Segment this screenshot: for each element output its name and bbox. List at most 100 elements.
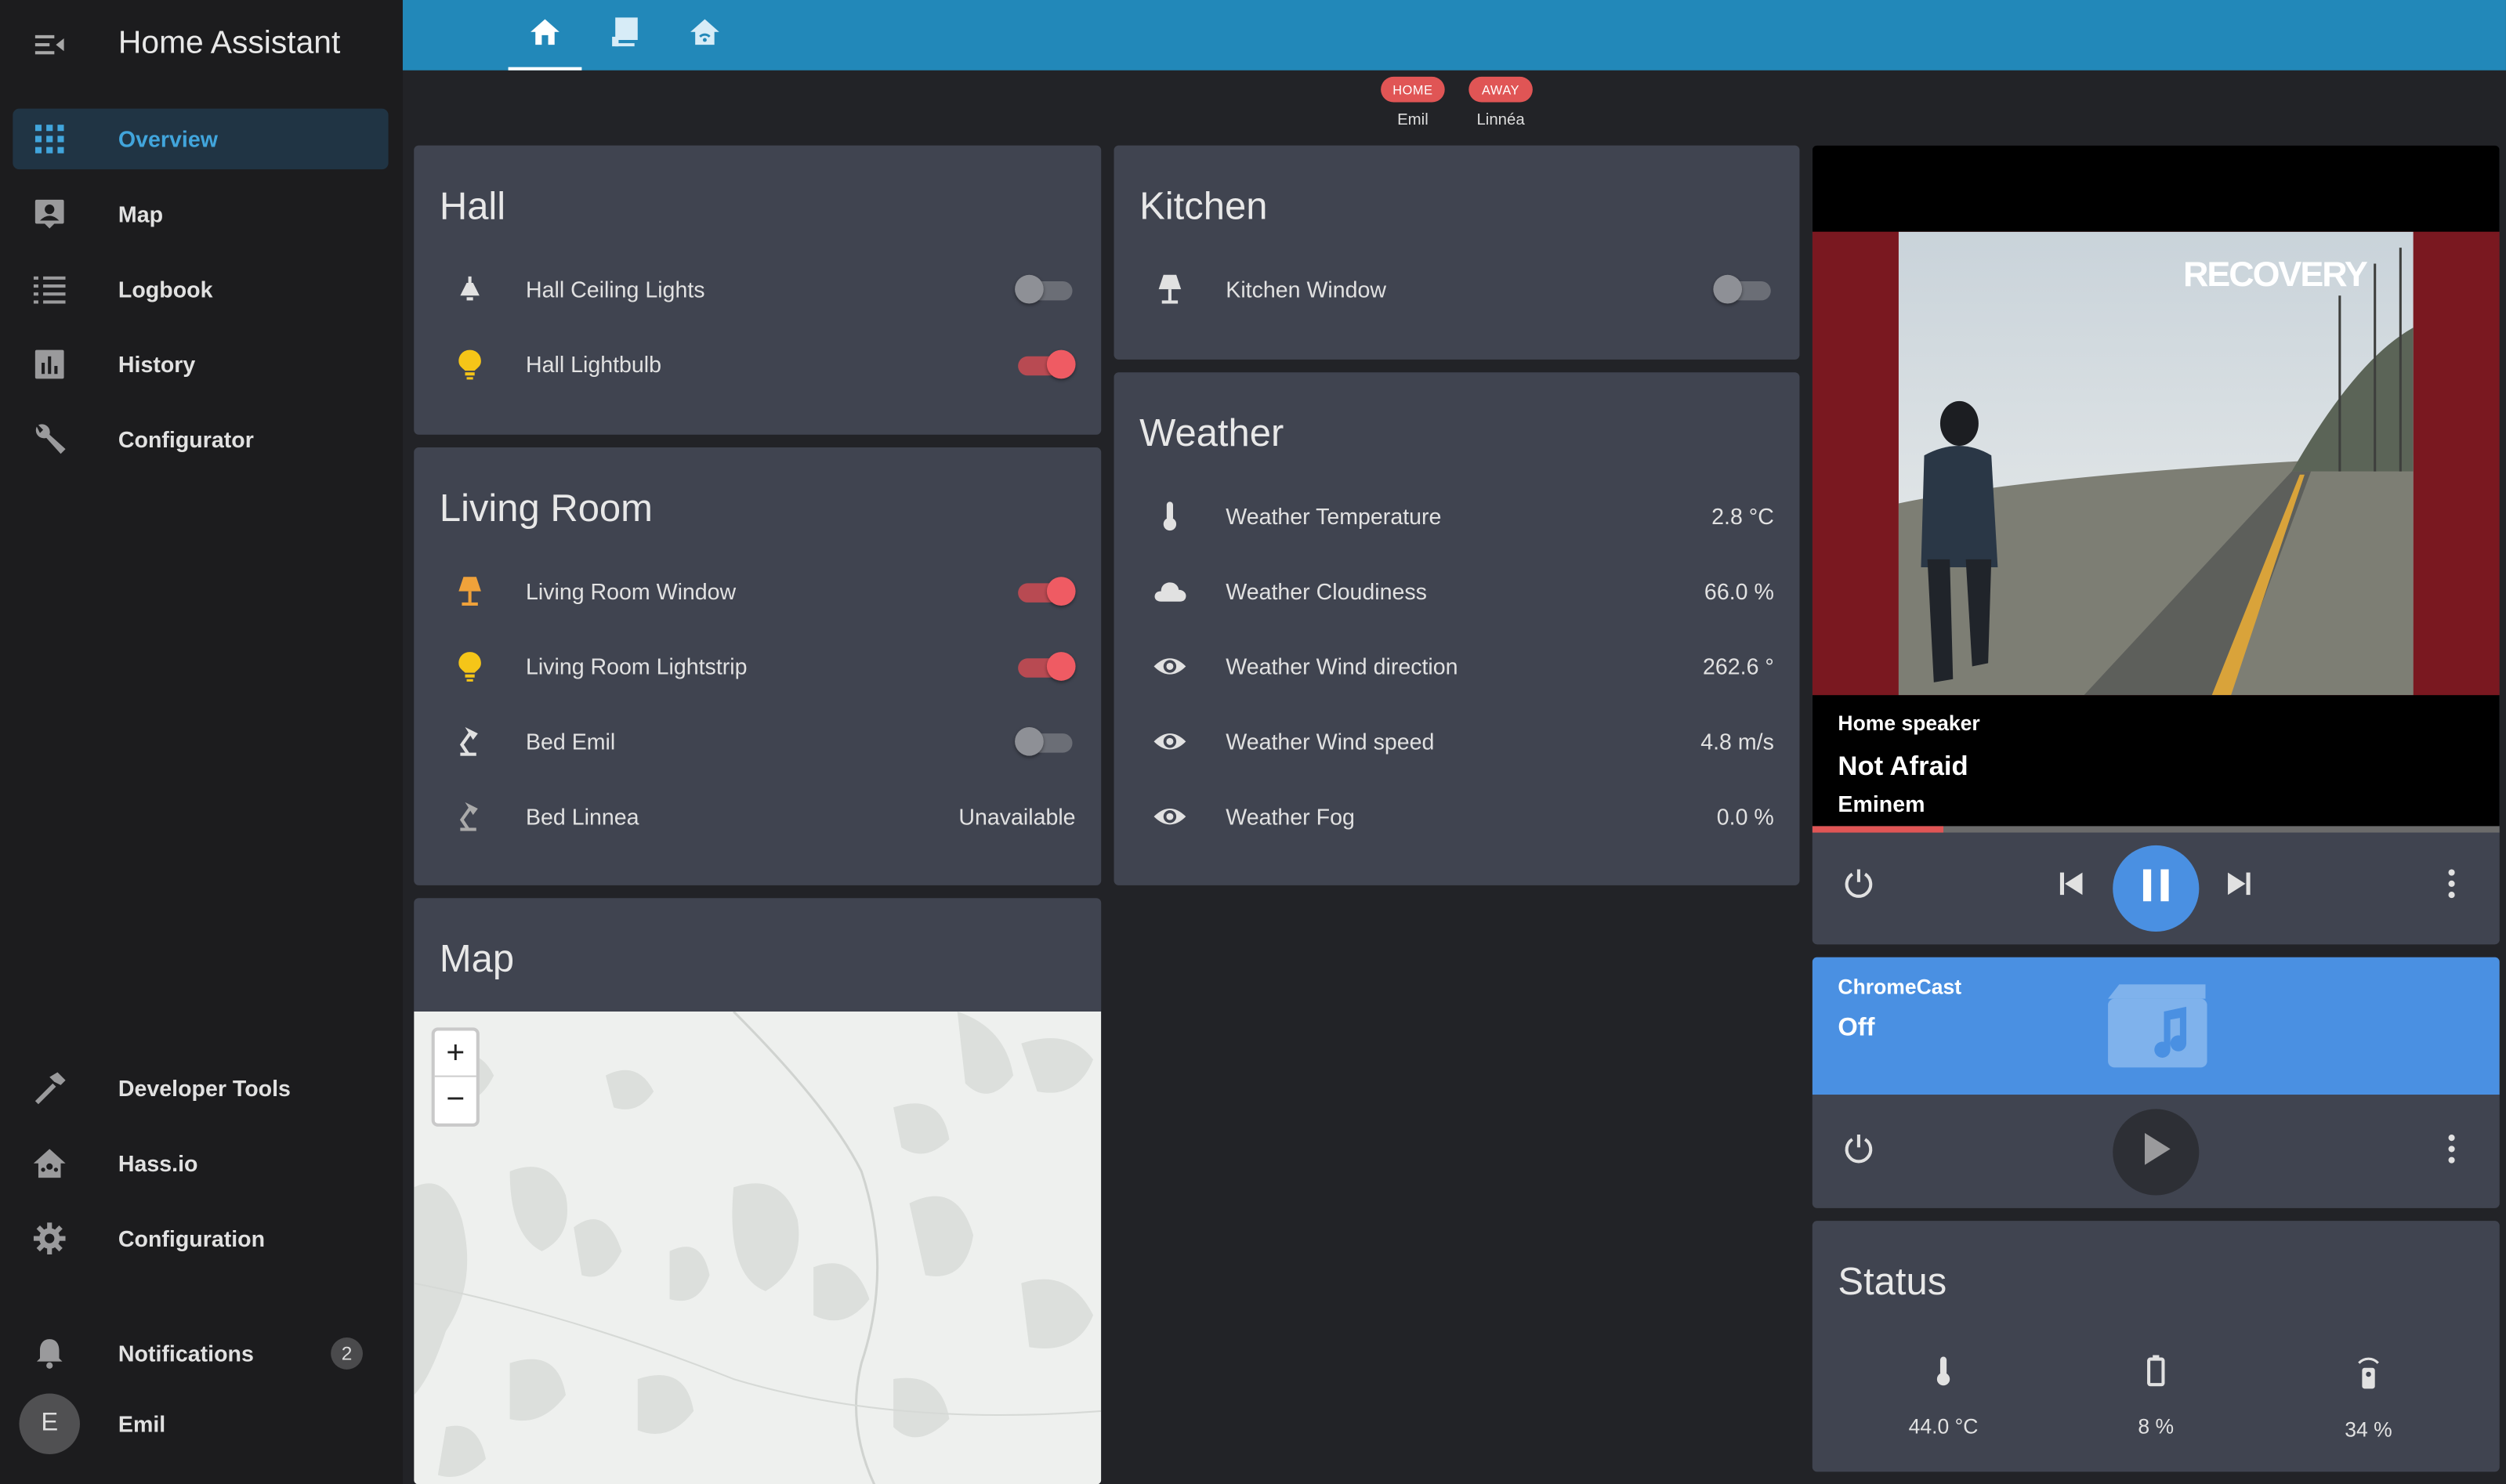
entity-row[interactable]: Bed Linnea Unavailable bbox=[414, 784, 1101, 849]
more-options-button[interactable] bbox=[2432, 1133, 2471, 1171]
entity-row[interactable]: Hall Ceiling Lights bbox=[414, 257, 1101, 321]
card-title: Weather bbox=[1139, 412, 1284, 456]
person-badge-emil[interactable]: HOME Emil bbox=[1378, 71, 1448, 129]
status-item[interactable]: 44.0 °C bbox=[1879, 1355, 2007, 1439]
lightbulb-icon bbox=[452, 649, 487, 684]
tab-book[interactable] bbox=[588, 0, 662, 71]
person-name: Emil bbox=[1397, 111, 1429, 130]
play-button[interactable] bbox=[2113, 1109, 2200, 1196]
eye-icon bbox=[1152, 649, 1187, 684]
map-view[interactable]: + − bbox=[414, 1012, 1102, 1484]
weather-card: Weather Weather Temperature 2.8 °C Weath… bbox=[1114, 372, 1800, 885]
toggle-switch[interactable] bbox=[1015, 349, 1076, 379]
remote-icon bbox=[2356, 1357, 2381, 1397]
entity-name: Weather Cloudiness bbox=[1226, 578, 1427, 604]
media-progress-fill bbox=[1812, 826, 1943, 833]
media-progress-bar[interactable] bbox=[1812, 826, 2500, 833]
entity-row[interactable]: Weather Wind speed 4.8 m/s bbox=[1114, 710, 1800, 774]
toggle-switch[interactable] bbox=[1015, 652, 1076, 681]
cloud-icon bbox=[1152, 574, 1187, 609]
ceiling-light-icon bbox=[452, 272, 487, 307]
lamp-icon bbox=[1152, 272, 1187, 307]
toggle-switch[interactable] bbox=[1713, 274, 1774, 304]
status-value: 34 % bbox=[2345, 1417, 2392, 1442]
entity-row[interactable]: Weather Wind direction 262.6 ° bbox=[1114, 635, 1800, 699]
power-icon bbox=[1843, 867, 1875, 907]
play-pause-button[interactable] bbox=[2113, 845, 2200, 932]
desk-lamp-icon bbox=[452, 799, 487, 834]
entity-row[interactable]: Living Room Lightstrip bbox=[414, 635, 1101, 699]
sidebar-item-history[interactable]: History bbox=[13, 334, 388, 395]
user-name[interactable]: Emil bbox=[118, 1411, 165, 1437]
toggle-switch[interactable] bbox=[1015, 577, 1076, 606]
sidebar-item-label: Configuration bbox=[118, 1225, 266, 1251]
wrench-icon bbox=[32, 423, 67, 455]
zoom-out-button[interactable]: − bbox=[435, 1077, 476, 1124]
lamp-icon bbox=[452, 574, 487, 609]
media-track-title: Not Afraid bbox=[1838, 751, 1968, 782]
tab-home[interactable] bbox=[508, 0, 582, 71]
eye-icon bbox=[1152, 724, 1187, 759]
more-options-button[interactable] bbox=[2432, 867, 2471, 906]
card-title: Hall bbox=[439, 185, 506, 229]
tab-house-signal[interactable] bbox=[668, 0, 742, 71]
entity-row[interactable]: Hall Lightbulb bbox=[414, 332, 1101, 396]
previous-track-button[interactable] bbox=[2052, 867, 2091, 906]
entity-name: Living Room Lightstrip bbox=[525, 653, 748, 679]
next-track-button[interactable] bbox=[2220, 867, 2258, 906]
person-name: Linnéa bbox=[1476, 111, 1525, 130]
power-button[interactable] bbox=[1839, 1133, 1878, 1171]
entity-name: Weather Wind direction bbox=[1226, 653, 1458, 679]
chromecast-header: ChromeCast Off bbox=[1812, 957, 2500, 1095]
sidebar-item-hassio[interactable]: Hass.io bbox=[13, 1133, 388, 1194]
eye-icon bbox=[1152, 799, 1187, 834]
chart-icon bbox=[32, 349, 67, 381]
card-title: Kitchen bbox=[1139, 185, 1268, 229]
toggle-switch[interactable] bbox=[1015, 274, 1076, 304]
sidebar-item-logbook[interactable]: Logbook bbox=[13, 259, 388, 320]
living-room-card: Living Room Living Room Window Living Ro… bbox=[414, 447, 1102, 885]
power-button[interactable] bbox=[1839, 867, 1878, 906]
map-zoom-controls: + − bbox=[431, 1027, 480, 1127]
pause-icon bbox=[2140, 867, 2172, 910]
entity-row[interactable]: Bed Emil bbox=[414, 710, 1101, 774]
map-card: Map + − bbox=[414, 898, 1102, 1484]
entity-row[interactable]: Living Room Window bbox=[414, 559, 1101, 624]
entity-row[interactable]: Kitchen Window bbox=[1114, 257, 1800, 321]
sidebar-item-notifications[interactable]: Notifications 2 bbox=[13, 1323, 388, 1384]
desk-lamp-icon bbox=[452, 724, 487, 759]
sidebar-item-label: Developer Tools bbox=[118, 1075, 291, 1102]
menu-collapse-icon[interactable] bbox=[32, 29, 67, 61]
toggle-switch[interactable] bbox=[1015, 726, 1076, 756]
sidebar-item-configuration[interactable]: Configuration bbox=[13, 1208, 388, 1269]
media-artist: Eminem bbox=[1838, 791, 1925, 817]
entity-row[interactable]: Weather Cloudiness 66.0 % bbox=[1114, 559, 1800, 624]
person-badge-linnea[interactable]: AWAY Linnéa bbox=[1465, 71, 1536, 129]
hammer-icon bbox=[32, 1072, 67, 1105]
sidebar-item-configurator[interactable]: Configurator bbox=[13, 409, 388, 470]
entity-name: Hall Ceiling Lights bbox=[525, 276, 705, 302]
chromecast-card: ChromeCast Off bbox=[1812, 957, 2500, 1208]
entity-row[interactable]: Weather Temperature 2.8 °C bbox=[1114, 484, 1800, 548]
status-item[interactable]: 34 % bbox=[2305, 1355, 2432, 1442]
home-assistant-icon bbox=[32, 1147, 67, 1179]
sidebar-item-overview[interactable]: Overview bbox=[13, 108, 389, 170]
battery-icon bbox=[2146, 1355, 2165, 1394]
sidebar-item-map[interactable]: Map bbox=[13, 184, 388, 245]
entity-row[interactable]: Weather Fog 0.0 % bbox=[1114, 784, 1800, 849]
map-person-icon bbox=[32, 198, 67, 230]
sidebar-item-label: Overview bbox=[118, 126, 218, 152]
music-video-icon bbox=[2106, 983, 2209, 1077]
card-title: Status bbox=[1838, 1261, 1947, 1305]
sidebar-item-developer-tools[interactable]: Developer Tools bbox=[13, 1058, 388, 1119]
zoom-in-button[interactable]: + bbox=[434, 1030, 476, 1077]
media-player-name: Home speaker bbox=[1838, 711, 1980, 736]
app-title: Home Assistant bbox=[118, 25, 341, 61]
avatar[interactable]: E bbox=[19, 1393, 80, 1454]
more-vertical-icon bbox=[2448, 868, 2455, 905]
play-icon bbox=[2140, 1131, 2172, 1174]
entity-name: Living Room Window bbox=[525, 578, 737, 604]
hall-card: Hall Hall Ceiling Lights Hall Lightbulb bbox=[414, 145, 1102, 435]
status-value: 8 % bbox=[2138, 1413, 2175, 1439]
status-item[interactable]: 8 % bbox=[2092, 1355, 2220, 1439]
